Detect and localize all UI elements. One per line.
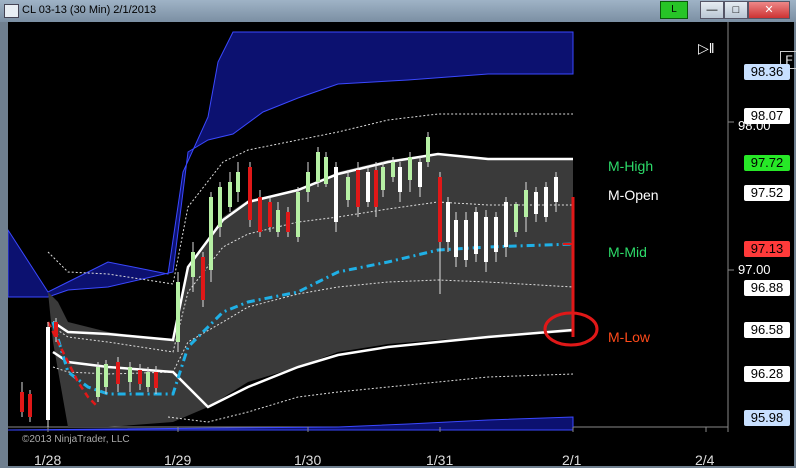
date-label-2-4: 2/4 xyxy=(695,452,715,468)
candle-body xyxy=(524,190,528,217)
candle-body xyxy=(191,252,195,277)
candle-body xyxy=(324,157,328,184)
candle-body xyxy=(464,220,468,260)
candle-body xyxy=(381,167,385,190)
candle-body xyxy=(268,202,272,227)
price-label-96-88: 96.88 xyxy=(744,280,790,296)
candle-body xyxy=(258,197,262,232)
candle-body xyxy=(426,137,430,162)
price-chart[interactable] xyxy=(8,22,794,466)
price-ticks xyxy=(728,121,734,271)
minimize-icon: — xyxy=(706,4,718,16)
price-label-98-07: 98.07 xyxy=(744,108,790,124)
candle-body xyxy=(391,162,395,177)
candle-body xyxy=(334,167,338,222)
candle-body xyxy=(514,204,518,232)
date-label-1-28: 1/28 xyxy=(34,452,62,468)
copyright-text: ©2013 NinjaTrader, LLC xyxy=(22,434,130,445)
candle-body xyxy=(366,172,370,202)
price-label-95-98: 95.98 xyxy=(744,410,790,426)
play-pause-icon[interactable]: ▷‖ xyxy=(698,40,715,57)
candle-body xyxy=(96,367,100,397)
candle-body xyxy=(218,187,222,227)
candle-body xyxy=(454,220,458,257)
date-label-1-30: 1/30 xyxy=(294,452,322,468)
date-label-1-29: 1/29 xyxy=(164,452,192,468)
candle-body xyxy=(176,282,180,342)
candle-body xyxy=(398,167,402,192)
date-label-2-1: 2/1 xyxy=(562,452,582,468)
price-label-97-52: 97.52 xyxy=(744,185,790,201)
close-icon: ✕ xyxy=(764,4,774,16)
m-low-label: M-Low xyxy=(608,329,651,345)
candle-body xyxy=(374,170,378,207)
candle-body xyxy=(146,372,150,387)
candle-body xyxy=(418,162,422,187)
candle-body xyxy=(54,322,58,337)
candle-body xyxy=(296,192,300,237)
candle-body xyxy=(504,202,508,247)
m-open-label: M-Open xyxy=(608,187,659,203)
price-label-97-72: 97.72 xyxy=(744,155,790,171)
date-label-1-31: 1/31 xyxy=(426,452,454,468)
candle-body xyxy=(28,394,32,417)
maximize-icon: □ xyxy=(732,4,740,16)
candle-body xyxy=(494,217,498,252)
chart-panel[interactable]: F ▷‖ ©2013 NinjaTrader, LLC 98.00 97.00 … xyxy=(8,22,796,468)
price-label-97-13: 97.13 xyxy=(744,241,790,257)
candle-body xyxy=(544,187,548,217)
candle-body xyxy=(306,172,310,192)
candle-body xyxy=(438,177,442,242)
candle-body xyxy=(554,177,558,202)
link-button[interactable]: L xyxy=(660,1,688,19)
candle-body xyxy=(408,157,412,180)
candle-body xyxy=(286,212,290,232)
candle-body xyxy=(154,372,158,388)
candle-body xyxy=(474,212,478,254)
m-mid-label: M-Mid xyxy=(608,244,647,260)
candle-body xyxy=(276,210,280,232)
candle-body xyxy=(209,197,213,270)
candle-body xyxy=(484,217,488,262)
candle-body xyxy=(346,177,350,200)
candle-body xyxy=(104,364,108,387)
candle-body xyxy=(248,167,252,220)
candle-body xyxy=(316,152,320,182)
candle-body xyxy=(356,170,360,207)
candle-body xyxy=(128,367,132,382)
axis-tick-97: 97.00 xyxy=(738,262,771,277)
candle-body xyxy=(46,327,50,420)
candle-body xyxy=(534,192,538,214)
price-label-98-36: 98.36 xyxy=(744,64,790,80)
candle-body xyxy=(228,182,232,207)
close-button[interactable]: ✕ xyxy=(748,1,790,19)
candle-body xyxy=(236,172,240,192)
price-label-96-28: 96.28 xyxy=(744,366,790,382)
maximize-button[interactable]: □ xyxy=(724,1,748,19)
candle-body xyxy=(446,202,450,242)
window-title: CL 03-13 (30 Min) 2/1/2013 xyxy=(22,4,157,16)
candle-body xyxy=(116,362,120,384)
title-bar: CL 03-13 (30 Min) 2/1/2013 L — □ ✕ xyxy=(0,0,796,22)
candle-body xyxy=(20,392,24,412)
chart-window-icon xyxy=(4,4,19,18)
minimize-button[interactable]: — xyxy=(700,1,724,19)
candle-body xyxy=(201,257,205,300)
gray-channel xyxy=(48,154,573,427)
price-label-96-58: 96.58 xyxy=(744,322,790,338)
candle-body xyxy=(138,370,142,384)
m-high-label: M-High xyxy=(608,158,654,174)
